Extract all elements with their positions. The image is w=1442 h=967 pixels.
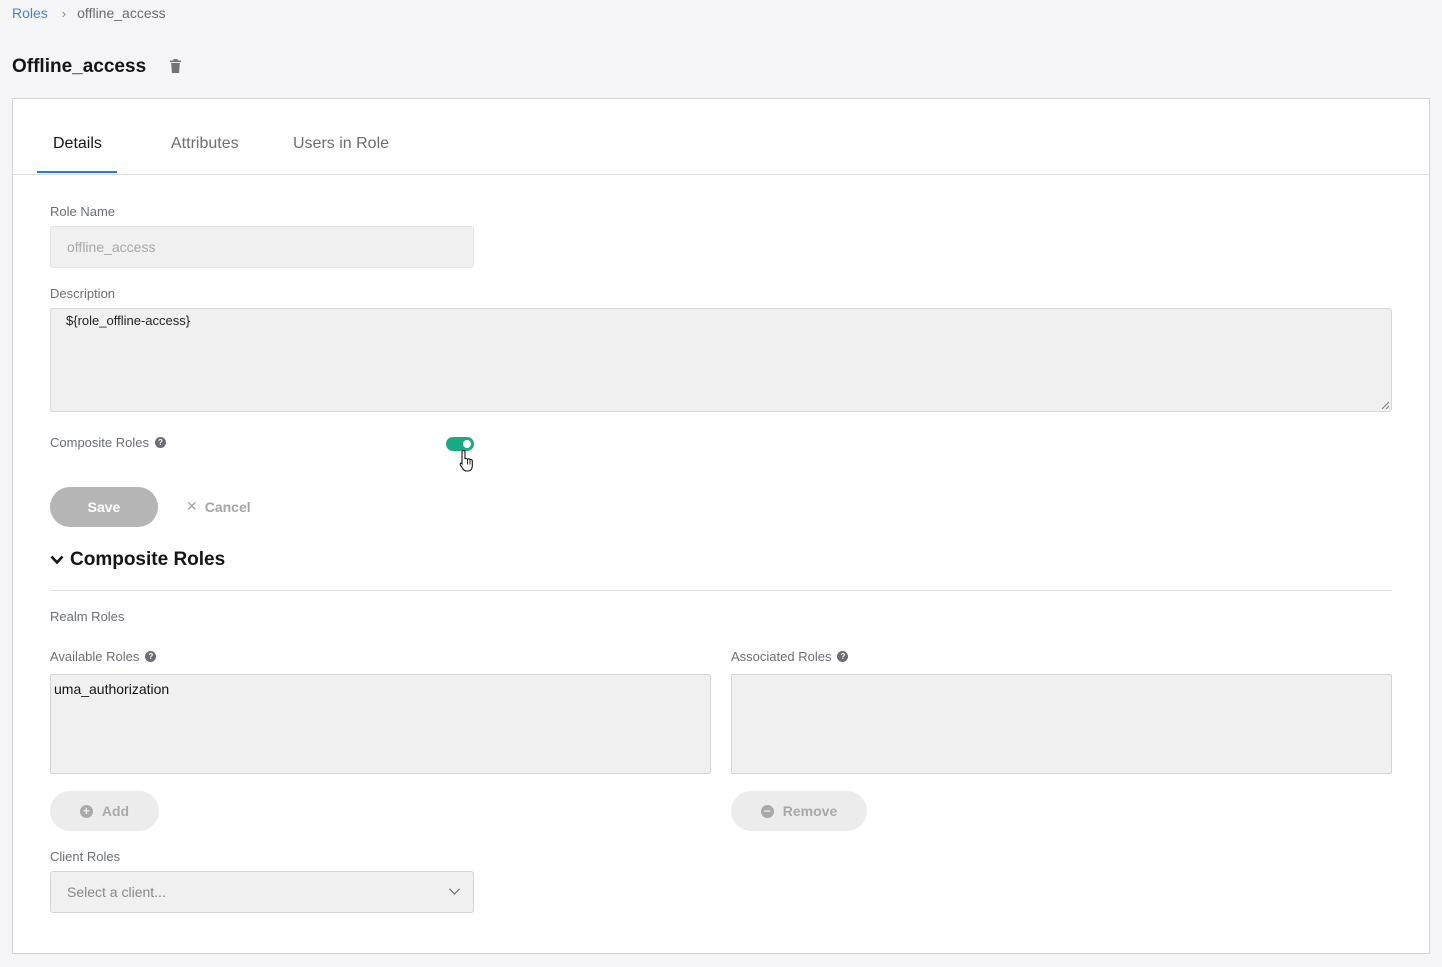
role-details-card: Details Attributes Users in Role Role Na… bbox=[12, 98, 1430, 954]
cancel-button[interactable]: ✕ Cancel bbox=[186, 498, 251, 515]
remove-label: Remove bbox=[782, 803, 838, 819]
tab-attributes[interactable]: Attributes bbox=[171, 135, 239, 153]
tab-details[interactable]: Details bbox=[53, 135, 102, 153]
chevron-down-icon bbox=[449, 888, 460, 895]
add-label: Add bbox=[101, 803, 130, 819]
client-select-placeholder: Select a client... bbox=[67, 884, 166, 900]
trash-icon[interactable] bbox=[170, 59, 181, 73]
description-textarea[interactable]: ${role_offline-access} bbox=[50, 308, 1392, 412]
hand-pointer-icon bbox=[459, 449, 473, 472]
description-label: Description bbox=[50, 286, 116, 301]
breadcrumb: Roles › offline_access bbox=[12, 5, 166, 21]
list-item[interactable]: uma_authorization bbox=[51, 675, 710, 697]
chevron-down-icon bbox=[50, 555, 64, 565]
remove-button[interactable]: − Remove bbox=[731, 791, 867, 831]
role-name-field: offline_access bbox=[50, 226, 474, 268]
cancel-label: Cancel bbox=[204, 498, 251, 515]
breadcrumb-current: offline_access bbox=[77, 5, 166, 21]
available-roles-list[interactable]: uma_authorization bbox=[50, 674, 711, 774]
description-text: ${role_offline-access} bbox=[66, 313, 191, 328]
help-icon[interactable]: ? bbox=[145, 651, 157, 662]
plus-circle-icon: + bbox=[79, 804, 93, 818]
available-roles-label: Available Roles ? bbox=[50, 649, 157, 664]
add-button[interactable]: + Add bbox=[50, 791, 159, 831]
tab-bar: Details Attributes Users in Role bbox=[13, 99, 1429, 175]
realm-roles-label: Realm Roles bbox=[50, 609, 125, 624]
composite-roles-label: Composite Roles ? bbox=[50, 435, 166, 450]
tab-users-in-role[interactable]: Users in Role bbox=[293, 135, 389, 153]
resize-handle-icon[interactable] bbox=[1381, 401, 1389, 409]
associated-roles-label-text: Associated Roles bbox=[731, 649, 832, 664]
save-button[interactable]: Save bbox=[50, 487, 158, 527]
active-tab-indicator bbox=[37, 171, 117, 173]
client-roles-label: Client Roles bbox=[50, 849, 121, 864]
chevron-right-icon: › bbox=[61, 5, 67, 21]
breadcrumb-roles-link[interactable]: Roles bbox=[12, 5, 48, 21]
associated-roles-list[interactable] bbox=[731, 674, 1392, 774]
composite-roles-heading: Composite Roles bbox=[70, 549, 226, 570]
help-icon[interactable]: ? bbox=[837, 651, 849, 662]
client-select[interactable]: Select a client... bbox=[50, 871, 474, 913]
composite-roles-section-toggle[interactable]: Composite Roles bbox=[50, 549, 225, 571]
composite-roles-label-text: Composite Roles bbox=[50, 435, 149, 450]
toggle-knob bbox=[463, 440, 471, 448]
close-icon: ✕ bbox=[186, 498, 198, 514]
role-name-label: Role Name bbox=[50, 204, 116, 219]
available-roles-label-text: Available Roles bbox=[50, 649, 140, 664]
minus-circle-icon: − bbox=[760, 804, 774, 818]
associated-roles-label: Associated Roles ? bbox=[731, 649, 849, 664]
page-title: Offline_access bbox=[12, 56, 147, 77]
section-divider bbox=[50, 590, 1392, 591]
help-icon[interactable]: ? bbox=[155, 437, 166, 448]
